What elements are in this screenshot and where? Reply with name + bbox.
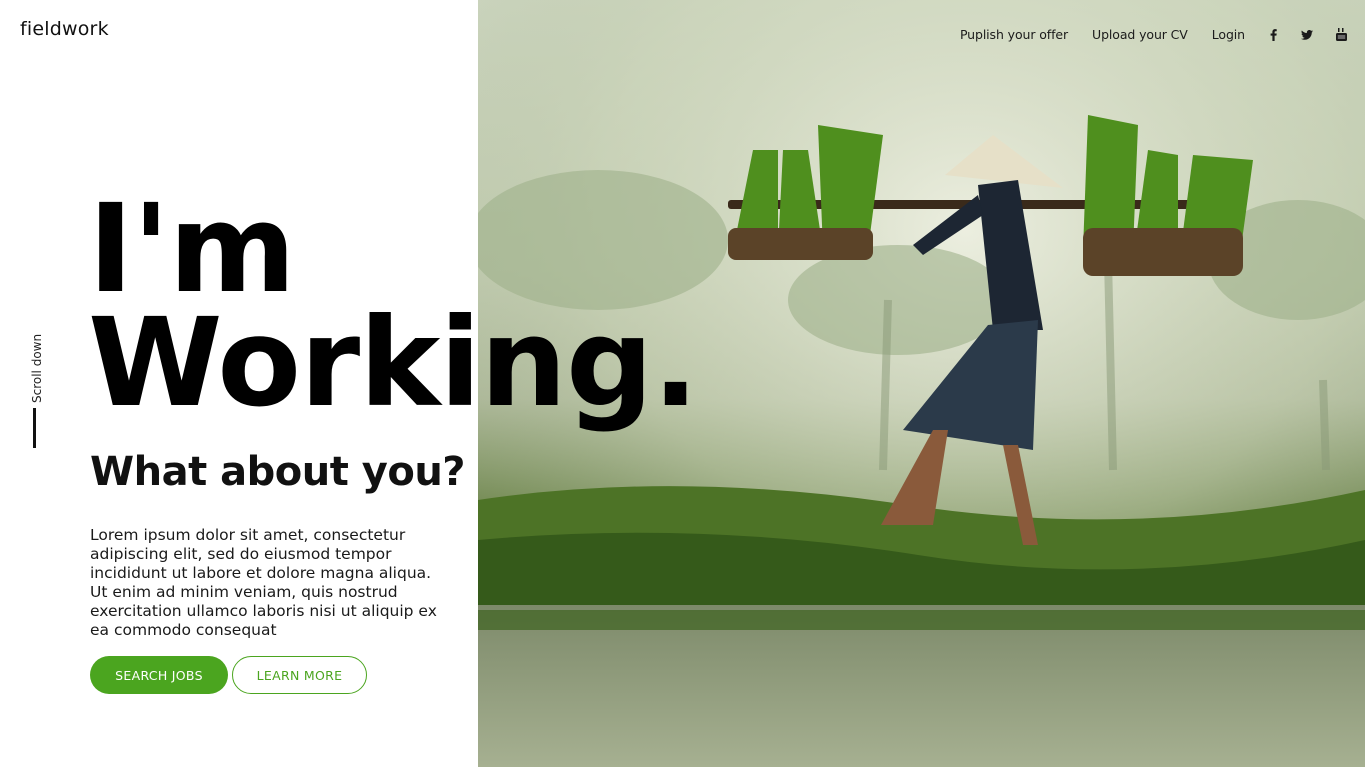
nav-login[interactable]: Login (1212, 27, 1245, 42)
search-jobs-button[interactable]: SEARCH JOBS (90, 656, 228, 694)
youtube-icon[interactable] (1335, 28, 1347, 42)
hero-headline: I'm Working. (88, 188, 699, 424)
scroll-down-label[interactable]: Scroll down (30, 333, 44, 403)
nav-publish-offer[interactable]: Puplish your offer (960, 27, 1068, 42)
hero-body-text: Lorem ipsum dolor sit amet, consectetur … (90, 526, 437, 639)
nav-upload-cv[interactable]: Upload your CV (1092, 27, 1188, 42)
scroll-down-line (33, 408, 36, 448)
headline-line-2: Working. (88, 292, 699, 434)
logo[interactable]: fieldwork (20, 18, 109, 40)
top-nav: Puplish your offer Upload your CV Login (936, 27, 1347, 42)
hero-subheadline: What about you? (90, 449, 466, 495)
learn-more-button[interactable]: LEARN MORE (232, 656, 367, 694)
twitter-icon[interactable] (1301, 28, 1313, 42)
facebook-icon[interactable] (1267, 28, 1279, 42)
